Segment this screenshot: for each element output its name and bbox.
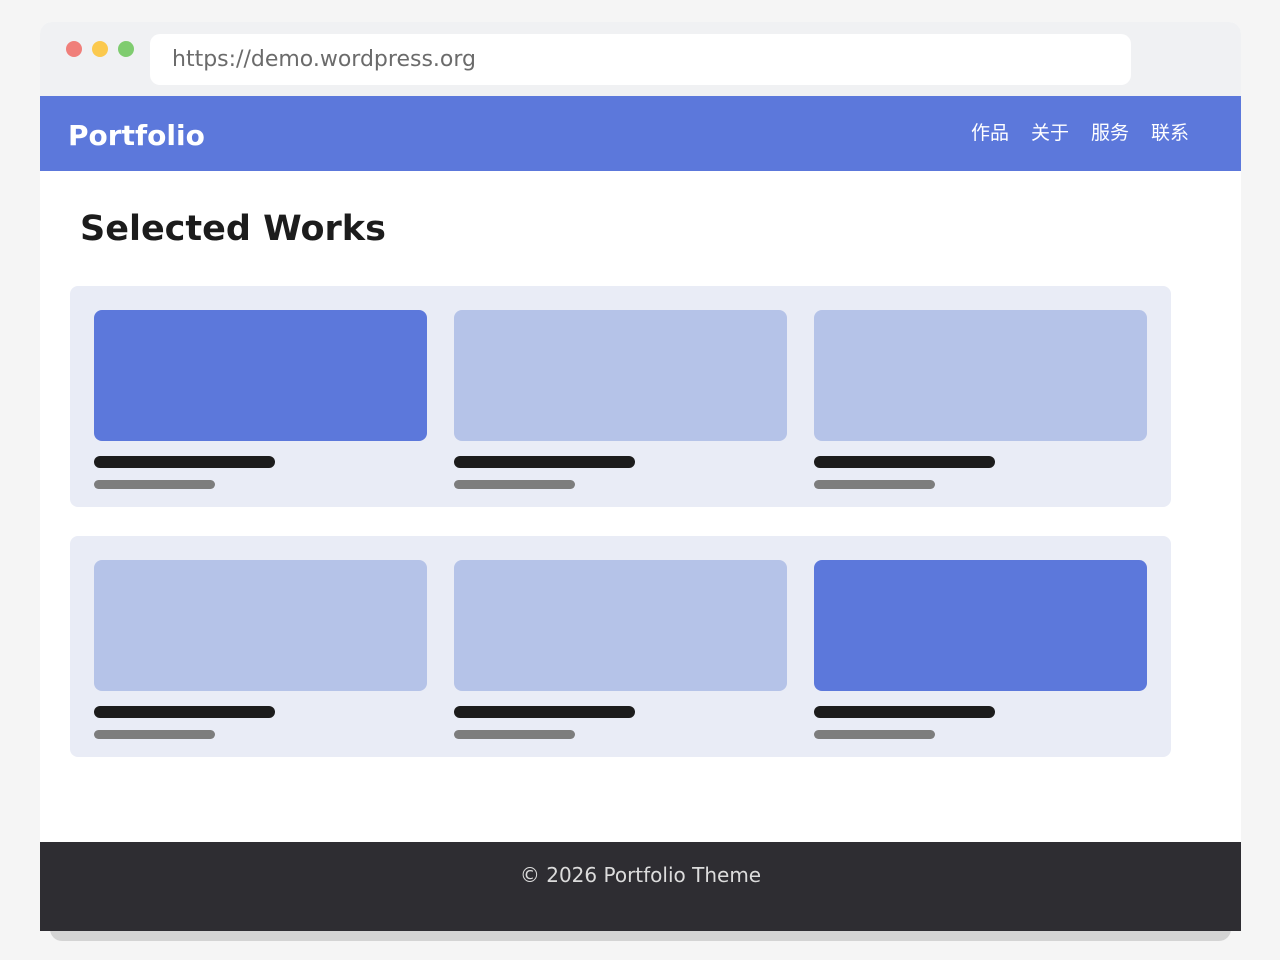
- work-meta-placeholder: [94, 730, 215, 739]
- work-title-placeholder: [454, 456, 635, 468]
- nav-item-services[interactable]: 服务: [1091, 96, 1129, 171]
- main-nav: 作品 关于 服务 联系: [971, 96, 1189, 171]
- close-window-button[interactable]: [66, 41, 82, 57]
- browser-toolbar: https://demo.wordpress.org: [40, 22, 1241, 96]
- work-title-placeholder: [94, 456, 275, 468]
- work-title-placeholder: [814, 456, 995, 468]
- site-brand[interactable]: Portfolio: [68, 96, 205, 176]
- work-card[interactable]: [814, 310, 1147, 490]
- address-bar[interactable]: https://demo.wordpress.org: [150, 34, 1131, 85]
- work-thumbnail[interactable]: [94, 310, 427, 441]
- work-thumbnail[interactable]: [454, 310, 787, 441]
- footer-copyright: © 2026 Portfolio Theme: [519, 863, 762, 887]
- work-card[interactable]: [94, 310, 427, 490]
- site-footer: © 2026 Portfolio Theme: [40, 842, 1241, 931]
- work-title-placeholder: [94, 706, 275, 718]
- work-card[interactable]: [454, 310, 787, 490]
- work-meta-placeholder: [94, 480, 215, 489]
- work-meta-placeholder: [814, 480, 935, 489]
- work-card[interactable]: [814, 560, 1147, 740]
- works-row: [70, 536, 1171, 757]
- work-meta-placeholder: [814, 730, 935, 739]
- work-card[interactable]: [454, 560, 787, 740]
- work-thumbnail[interactable]: [454, 560, 787, 691]
- nav-item-about[interactable]: 关于: [1031, 96, 1069, 171]
- work-title-placeholder: [454, 706, 635, 718]
- work-thumbnail[interactable]: [814, 310, 1147, 441]
- page-title: Selected Works: [80, 209, 386, 249]
- work-thumbnail[interactable]: [814, 560, 1147, 691]
- works-row: [70, 286, 1171, 507]
- work-card[interactable]: [94, 560, 427, 740]
- minimize-window-button[interactable]: [92, 41, 108, 57]
- work-title-placeholder: [814, 706, 995, 718]
- work-thumbnail[interactable]: [94, 560, 427, 691]
- nav-item-works[interactable]: 作品: [971, 96, 1009, 171]
- maximize-window-button[interactable]: [118, 41, 134, 57]
- nav-item-contact[interactable]: 联系: [1151, 96, 1189, 171]
- browser-window: https://demo.wordpress.org Portfolio 作品 …: [40, 22, 1241, 931]
- work-meta-placeholder: [454, 480, 575, 489]
- work-meta-placeholder: [454, 730, 575, 739]
- site-header: Portfolio 作品 关于 服务 联系: [40, 96, 1241, 171]
